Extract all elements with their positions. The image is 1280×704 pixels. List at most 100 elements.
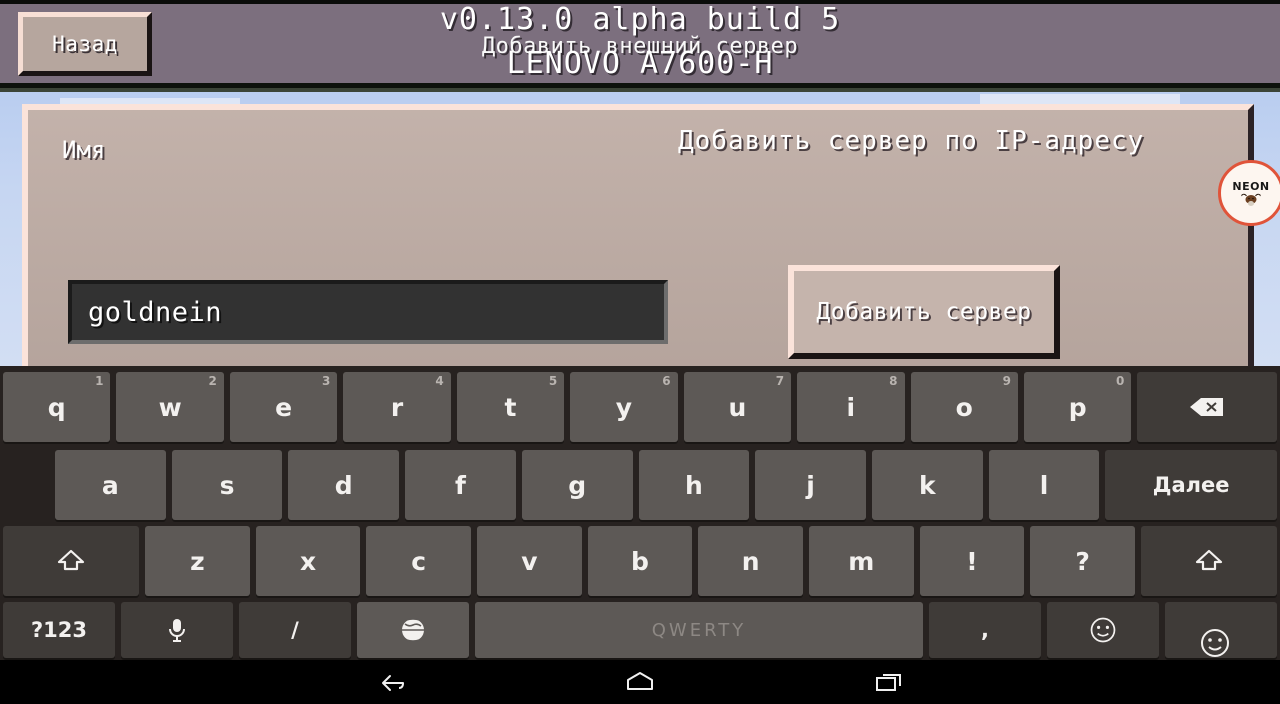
microphone-icon — [166, 616, 188, 644]
key-label: c — [411, 546, 427, 576]
key-label: , — [981, 618, 989, 642]
key-shift-right[interactable] — [1140, 526, 1277, 596]
screen-root: Назад v0.13.0 alpha build 5 Добавить вне… — [0, 0, 1280, 704]
key-?[interactable]: ? — [1030, 526, 1135, 596]
key-q[interactable]: 1q — [3, 372, 111, 442]
neon-badge-label: NEON — [1232, 180, 1270, 193]
key-slash[interactable]: / — [239, 602, 351, 658]
key-j[interactable]: j — [755, 450, 866, 520]
key-d[interactable]: d — [288, 450, 400, 520]
key-e[interactable]: 3e — [229, 372, 338, 442]
key-symbols[interactable]: ?123 — [3, 602, 115, 658]
key-label: ? — [1075, 546, 1090, 576]
back-nav-button[interactable] — [360, 662, 420, 702]
key-y[interactable]: 6y — [570, 372, 678, 442]
header-bottom-divider-2 — [0, 88, 1280, 92]
key-label: e — [275, 392, 293, 422]
key-label: p — [1068, 392, 1087, 422]
key-l[interactable]: l — [988, 450, 1100, 520]
key-t[interactable]: 5t — [456, 372, 565, 442]
key-z[interactable]: z — [145, 526, 250, 596]
recents-nav-button[interactable] — [860, 662, 920, 702]
add-server-button[interactable]: Добавить сервер — [788, 265, 1060, 359]
key-![interactable]: ! — [919, 526, 1025, 596]
key-label: q — [47, 392, 66, 422]
key-microphone[interactable] — [121, 602, 233, 658]
key-backspace[interactable] — [1137, 372, 1278, 442]
key-label: j — [806, 470, 815, 500]
key-label: s — [219, 470, 235, 500]
key-superscript: 5 — [548, 374, 558, 388]
key-h[interactable]: h — [638, 450, 750, 520]
key-label: d — [334, 470, 353, 500]
backspace-icon — [1187, 395, 1227, 419]
back-button-label: Назад — [52, 32, 118, 56]
emoji-icon[interactable] — [1198, 626, 1232, 660]
key-label: Далее — [1152, 473, 1230, 497]
key-m[interactable]: m — [808, 526, 914, 596]
key-v[interactable]: v — [477, 526, 582, 596]
key-space[interactable]: QWERTY — [475, 602, 923, 658]
key-f[interactable]: f — [405, 450, 516, 520]
key-superscript: 4 — [435, 374, 444, 388]
key-superscript: 2 — [208, 374, 217, 388]
key-label: m — [848, 546, 875, 576]
key-b[interactable]: b — [587, 526, 693, 596]
key-label: o — [955, 392, 973, 422]
key-u[interactable]: 7u — [683, 372, 792, 442]
key-superscript: 6 — [662, 374, 671, 388]
server-name-input-value: goldnein — [88, 296, 223, 328]
key-a[interactable]: a — [55, 450, 166, 520]
key-x[interactable]: x — [255, 526, 361, 596]
add-server-by-ip-heading: Добавить сервер по IP-адресу — [678, 126, 1145, 156]
key-s[interactable]: s — [171, 450, 283, 520]
key-c[interactable]: c — [366, 526, 472, 596]
keyboard-row-3: z x c v b n m!? — [0, 524, 1280, 598]
overlay-device-text: LENOVO A7600-H — [506, 46, 774, 81]
key-next-action[interactable]: Далее — [1105, 450, 1277, 520]
server-name-input[interactable]: goldnein — [68, 280, 668, 344]
key-p[interactable]: 0p — [1023, 372, 1132, 442]
key-shift-left[interactable] — [3, 526, 140, 596]
key-label: y — [615, 392, 633, 422]
key-superscript: 1 — [95, 374, 104, 388]
android-keyboard: 1q2w3e4r5t6y7u8i9o0p a s d f g h j k l Далее zxcv… — [0, 366, 1280, 660]
back-button[interactable]: Назад — [18, 12, 152, 76]
keyboard-row-1: 1q2w3e4r5t6y7u8i9o0p — [0, 370, 1280, 444]
key-label: QWERTY — [651, 619, 747, 641]
key-label: u — [728, 392, 747, 422]
shift-icon — [56, 548, 86, 574]
overlay-version-text: v0.13.0 alpha build 5 — [439, 2, 841, 37]
keyboard-row-2: a s d f g h j k l Далее — [0, 448, 1280, 522]
back-nav-icon — [382, 675, 404, 691]
key-label: / — [291, 618, 299, 642]
key-label: b — [631, 546, 649, 576]
key-o[interactable]: 9o — [910, 372, 1018, 442]
key-label: n — [741, 546, 760, 576]
key-g[interactable]: g — [521, 450, 633, 520]
key-w[interactable]: 2w — [116, 372, 224, 442]
home-nav-button[interactable] — [610, 662, 670, 702]
key-emoji[interactable] — [1047, 602, 1159, 658]
key-label: ?123 — [30, 618, 88, 642]
emoji-icon — [1088, 615, 1118, 645]
key-comma[interactable]: , — [929, 602, 1041, 658]
key-label: ! — [966, 546, 978, 576]
key-language[interactable] — [357, 602, 469, 658]
key-label: f — [455, 470, 466, 500]
name-field-label: Имя — [62, 136, 106, 164]
keyboard-row-4: ?123 / QWERTY, — [0, 600, 1280, 660]
key-r[interactable]: 4r — [343, 372, 451, 442]
key-label: z — [190, 546, 205, 576]
key-superscript: 0 — [1116, 374, 1125, 388]
home-nav-icon — [627, 672, 653, 690]
key-label: h — [684, 470, 703, 500]
bull-icon — [1241, 193, 1261, 206]
recents-nav-icon — [876, 674, 901, 691]
key-n[interactable]: n — [698, 526, 803, 596]
key-i[interactable]: 8i — [797, 372, 905, 442]
key-k[interactable]: k — [871, 450, 983, 520]
menu-header-bar: Назад v0.13.0 alpha build 5 Добавить вне… — [0, 0, 1280, 92]
key-label: a — [101, 470, 119, 500]
key-label: v — [521, 546, 538, 576]
